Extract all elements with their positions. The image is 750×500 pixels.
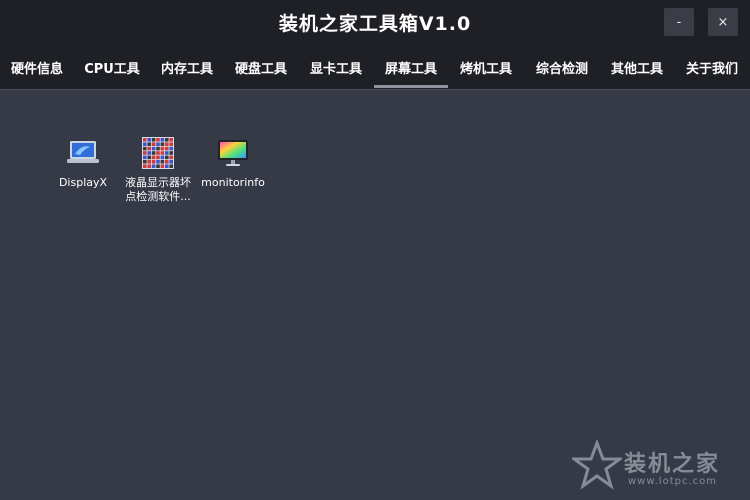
tab-other-tools[interactable]: 其他工具 xyxy=(600,44,674,90)
star-logo-icon xyxy=(569,438,625,490)
tab-burn-in-tools[interactable]: 烤机工具 xyxy=(448,44,524,90)
laptop-icon xyxy=(66,136,100,170)
pixel-grid-icon xyxy=(141,136,175,170)
app-label: monitorinfo xyxy=(201,176,265,189)
tab-screen-tools[interactable]: 屏幕工具 xyxy=(374,44,448,90)
tool-area: DisplayX 液晶显示器坏点检测软件... monitorinfo xyxy=(0,90,750,500)
minimize-button[interactable]: - xyxy=(664,8,694,36)
tab-hardware-info[interactable]: 硬件信息 xyxy=(0,44,74,90)
tab-bar: 硬件信息 CPU工具 内存工具 硬盘工具 显卡工具 屏幕工具 烤机工具 综合检测… xyxy=(0,44,750,90)
app-monitorinfo[interactable]: monitorinfo xyxy=(196,136,270,190)
watermark-text: 装机之家 xyxy=(624,452,721,477)
tab-cpu-tools[interactable]: CPU工具 xyxy=(74,44,150,90)
title-bar: 装机之家工具箱V1.0 - × xyxy=(0,0,750,44)
tab-comprehensive-test[interactable]: 综合检测 xyxy=(524,44,600,90)
app-label: DisplayX xyxy=(58,176,108,189)
tab-disk-tools[interactable]: 硬盘工具 xyxy=(224,44,298,90)
watermark: 装机之家 www.lotpc.com xyxy=(569,438,742,494)
watermark-url: www.lotpc.com xyxy=(628,476,717,487)
app-displayx[interactable]: DisplayX xyxy=(46,136,120,190)
tab-about-us[interactable]: 关于我们 xyxy=(674,44,750,90)
tab-gpu-tools[interactable]: 显卡工具 xyxy=(298,44,374,90)
app-label: 液晶显示器坏点检测软件... xyxy=(125,176,191,203)
tab-memory-tools[interactable]: 内存工具 xyxy=(150,44,224,90)
app-lcd-dead-pixel-checker[interactable]: 液晶显示器坏点检测软件... xyxy=(121,136,195,204)
monitor-icon xyxy=(216,136,250,170)
app-title: 装机之家工具箱V1.0 xyxy=(278,13,472,35)
close-button[interactable]: × xyxy=(708,8,738,36)
